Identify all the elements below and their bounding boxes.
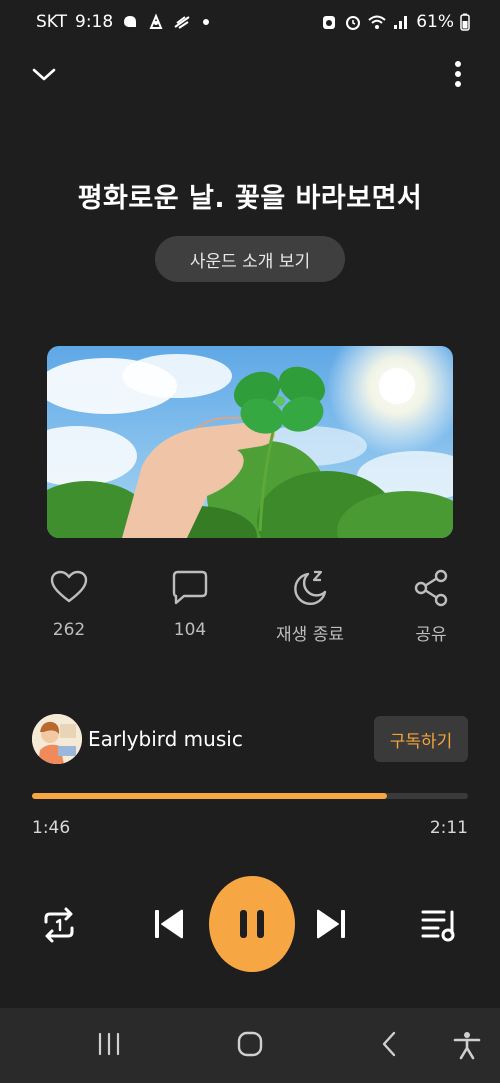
top-bar: [0, 50, 500, 100]
home-icon[interactable]: [236, 1030, 264, 1058]
comment-count: 104: [173, 620, 207, 640]
system-navigation-bar: [0, 1008, 500, 1083]
comment-icon: [172, 570, 208, 605]
channel-name[interactable]: Earlybird music: [88, 727, 243, 751]
channel-row: Earlybird music 구독하기: [32, 714, 468, 766]
wifi-icon: [368, 15, 386, 29]
comment-action[interactable]: 104: [140, 568, 240, 640]
app-notification-icon-2: [174, 16, 190, 29]
battery-icon: [460, 13, 470, 31]
next-track-icon[interactable]: [314, 907, 348, 941]
avatar[interactable]: [32, 714, 82, 764]
alarm-app-icon: [323, 16, 336, 29]
sound-intro-button[interactable]: 사운드 소개 보기: [155, 236, 345, 282]
current-time: 1:46: [32, 818, 71, 838]
sleep-timer-icon: [294, 570, 327, 605]
heart-icon: [50, 570, 88, 603]
clock: 9:18: [75, 12, 114, 32]
playback-controls: [0, 876, 500, 972]
share-action[interactable]: 공유: [381, 568, 481, 645]
playlist-icon[interactable]: [420, 906, 460, 944]
like-count: 262: [52, 620, 86, 640]
more-notifications-dot: [203, 19, 210, 25]
alarm-icon: [346, 16, 361, 30]
accessibility-icon[interactable]: [452, 1030, 482, 1060]
action-row: 262 104 재생 종료 공유: [0, 568, 500, 648]
sleep-timer-label: 재생 종료: [276, 625, 344, 645]
carrier-label: SKT: [36, 12, 68, 32]
total-time: 2:11: [429, 818, 468, 838]
sleep-timer-action[interactable]: 재생 종료: [260, 568, 360, 645]
repeat-one-icon[interactable]: [40, 906, 78, 944]
app-notification-icon: [149, 13, 163, 29]
song-title: 평화로운 날. 꽃을 바라보면서: [77, 183, 423, 214]
cover-image: [47, 346, 453, 538]
previous-track-icon[interactable]: [152, 907, 186, 941]
progress-bar[interactable]: [32, 793, 468, 799]
subscribe-button[interactable]: 구독하기: [374, 716, 468, 762]
share-icon: [414, 569, 448, 607]
pause-button[interactable]: [209, 876, 295, 972]
status-bar: SKT 9:18 61%: [0, 0, 500, 46]
chevron-down-icon[interactable]: [28, 58, 60, 90]
progress-fill: [32, 793, 388, 799]
back-icon[interactable]: [376, 1030, 404, 1058]
recent-apps-icon[interactable]: [95, 1030, 123, 1058]
like-action[interactable]: 262: [19, 568, 119, 640]
share-label: 공유: [415, 625, 447, 645]
signal-icon: [394, 16, 408, 29]
more-options-icon[interactable]: [446, 56, 470, 92]
notification-icon: [124, 16, 137, 27]
battery-percentage: 61%: [416, 12, 454, 32]
pause-icon: [240, 910, 264, 938]
